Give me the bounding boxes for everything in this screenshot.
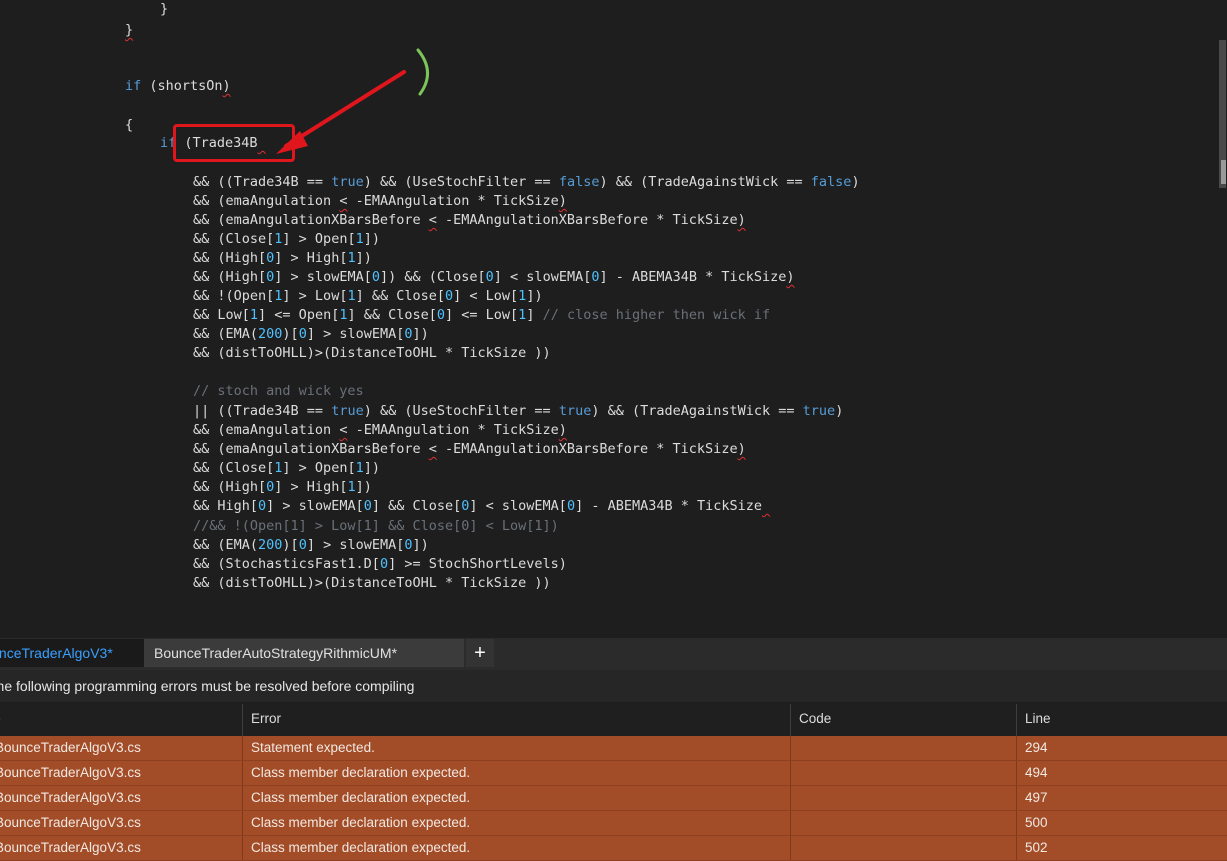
tab-label: BounceTraderAlgoV3* [0, 645, 113, 661]
cell-error: Class member declaration expected. [242, 836, 790, 860]
cell-line: 502 [1016, 836, 1227, 860]
tab-bouncetraderautostrategyrithmicum[interactable]: BounceTraderAutoStrategyRithmicUM* [144, 639, 464, 667]
cell-code [790, 836, 1016, 860]
cell-line: 494 [1016, 761, 1227, 785]
green-paren-mark [416, 48, 429, 96]
error-list-table: File Error Code Line BounceTraderAlgoV3.… [0, 704, 1227, 861]
column-header-file[interactable]: File [0, 704, 242, 736]
document-tabbar: BounceTraderAlgoV3* BounceTraderAutoStra… [0, 638, 1227, 670]
tab-label: BounceTraderAutoStrategyRithmicUM* [154, 645, 398, 661]
cell-line: 500 [1016, 811, 1227, 835]
cell-code [790, 786, 1016, 810]
cell-code [790, 811, 1016, 835]
arrow-icon [276, 70, 406, 154]
code-editor[interactable]: }} if (shortsOn){if (Trade34B && ((Trade3… [0, 0, 1227, 638]
column-header-code[interactable]: Code [790, 704, 1016, 736]
cell-error: Class member declaration expected. [242, 761, 790, 785]
cell-line: 294 [1016, 736, 1227, 760]
cell-code [790, 761, 1016, 785]
cell-file: BounceTraderAlgoV3.cs [0, 786, 242, 810]
cell-error: Class member declaration expected. [242, 786, 790, 810]
table-row[interactable]: BounceTraderAlgoV3.cs Class member decla… [0, 761, 1227, 786]
annotation-overlay [276, 48, 429, 154]
cell-code [790, 736, 1016, 760]
add-tab-button[interactable]: + [466, 639, 494, 667]
table-row[interactable]: BounceTraderAlgoV3.cs Class member decla… [0, 786, 1227, 811]
plus-icon: + [474, 642, 486, 664]
column-header-line[interactable]: Line [1016, 704, 1227, 736]
compile-message-bar: The following programming errors must be… [0, 670, 1227, 702]
tab-bouncetraderalgov3[interactable]: BounceTraderAlgoV3* [0, 639, 154, 667]
cell-file: BounceTraderAlgoV3.cs [0, 761, 242, 785]
table-header: File Error Code Line [0, 704, 1227, 736]
cell-error: Statement expected. [242, 736, 790, 760]
cell-file: BounceTraderAlgoV3.cs [0, 736, 242, 760]
scrollbar-position-marker [1221, 160, 1226, 184]
table-row[interactable]: BounceTraderAlgoV3.cs Statement expected… [0, 736, 1227, 761]
compile-error-message: The following programming errors must be… [0, 678, 415, 694]
table-row[interactable]: BounceTraderAlgoV3.cs Class member decla… [0, 811, 1227, 836]
cell-file: BounceTraderAlgoV3.cs [0, 811, 242, 835]
table-row[interactable]: BounceTraderAlgoV3.cs Class member decla… [0, 836, 1227, 861]
cell-line: 497 [1016, 786, 1227, 810]
column-header-error[interactable]: Error [242, 704, 790, 736]
cell-file: BounceTraderAlgoV3.cs [0, 836, 242, 860]
cell-error: Class member declaration expected. [242, 811, 790, 835]
